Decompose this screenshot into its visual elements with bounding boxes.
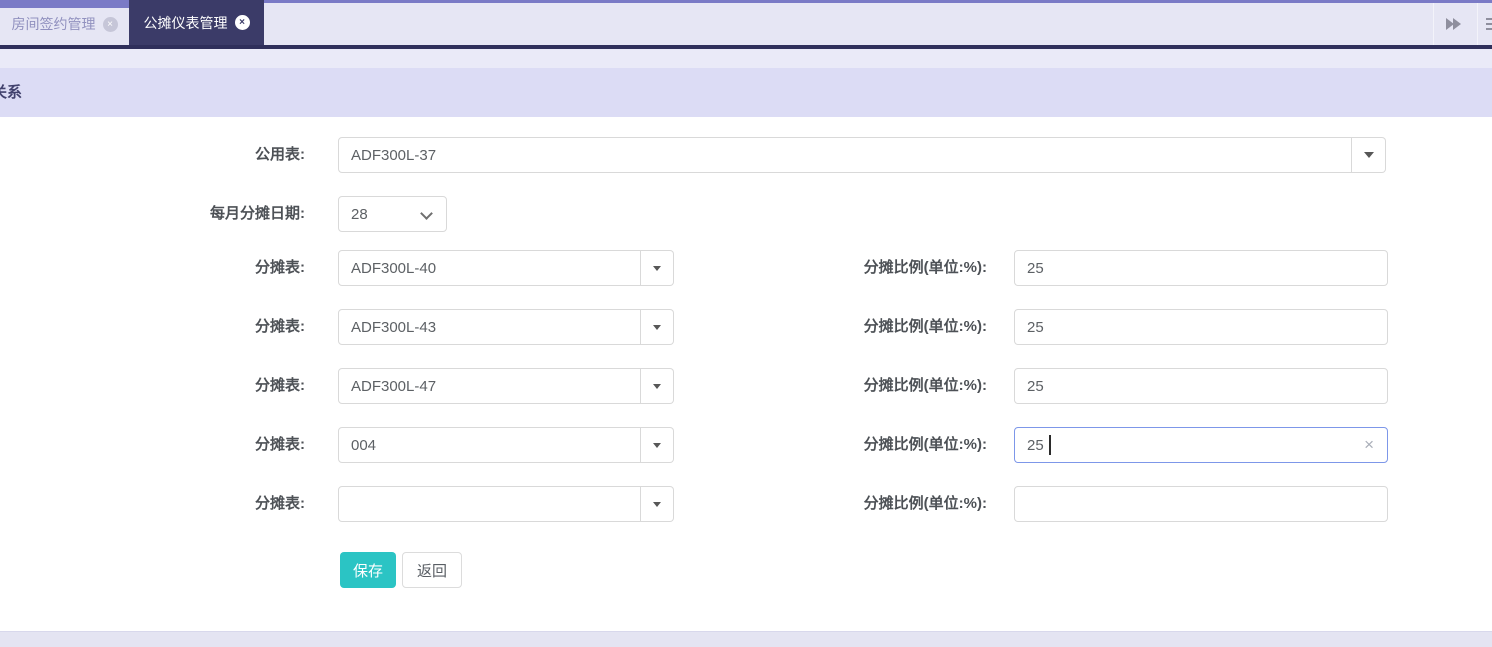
share-meter-label: 分摊表: (255, 259, 305, 276)
share-meter-combobox (338, 368, 674, 404)
share-ratio-field (1014, 250, 1388, 286)
scroll-tabs-right-icon[interactable] (1446, 18, 1461, 30)
share-ratio-field (1014, 368, 1388, 404)
share-meter-input[interactable] (338, 427, 641, 463)
share-meter-label: 分摊表: (255, 495, 305, 512)
share-meter-label: 分摊表: (255, 318, 305, 335)
close-tab-icon[interactable]: × (234, 15, 250, 30)
dropdown-arrow-button[interactable] (641, 368, 674, 404)
dropdown-arrow-button[interactable] (1352, 137, 1386, 173)
bottom-band (0, 631, 1492, 647)
chevron-down-icon (420, 207, 433, 220)
share-ratio-field-focused: × (1014, 427, 1388, 463)
share-meter-input[interactable] (338, 368, 641, 404)
share-ratio-label: 分摊比例(单位:%): (863, 318, 987, 335)
share-ratio-input[interactable] (1014, 427, 1388, 463)
share-ratio-input[interactable] (1014, 309, 1388, 345)
share-ratio-field (1014, 486, 1388, 522)
form-row-public-meter: 公用表: (0, 137, 1492, 173)
app-window: 房间签约管理 × 公摊仪表管理 × 关系 公用表: 每月分摊日期: 28 (0, 0, 1492, 647)
close-tab-icon[interactable]: × (102, 16, 118, 32)
share-row: 分摊表: 分摊比例(单位:%): (0, 250, 1492, 286)
share-meter-input[interactable] (338, 309, 641, 345)
share-ratio-label: 分摊比例(单位:%): (863, 259, 987, 276)
share-meter-input[interactable] (338, 486, 641, 522)
share-ratio-input[interactable] (1014, 250, 1388, 286)
sub-band (0, 49, 1492, 68)
share-meter-input[interactable] (338, 250, 641, 286)
button-row: 保存 返回 (0, 552, 1492, 588)
caret-down-icon (653, 442, 661, 448)
share-ratio-label: 分摊比例(单位:%): (863, 377, 987, 394)
public-meter-combobox (338, 137, 1386, 173)
tab-room-contract-management[interactable]: 房间签约管理 × (0, 3, 129, 45)
share-row: 分摊表: 分摊比例(单位:%): (0, 368, 1492, 404)
share-ratio-input[interactable] (1014, 486, 1388, 522)
tab-menu-icon[interactable] (1486, 18, 1492, 33)
share-meter-combobox (338, 427, 674, 463)
dropdown-arrow-button[interactable] (641, 309, 674, 345)
share-date-value: 28 (351, 205, 368, 223)
share-ratio-field (1014, 309, 1388, 345)
caret-down-icon (653, 324, 661, 330)
form-row-share-date: 每月分摊日期: 28 (0, 196, 1492, 232)
share-ratio-label: 分摊比例(单位:%): (863, 436, 987, 453)
form-area: 公用表: 每月分摊日期: 28 分摊表: 分摊比例(单位:%): (0, 117, 1492, 631)
text-caret (1049, 435, 1051, 455)
panel-header: 关系 (0, 68, 1492, 117)
toolbar-divider (1433, 3, 1434, 45)
toolbar-divider (1477, 3, 1478, 45)
share-ratio-label: 分摊比例(单位:%): (863, 495, 987, 512)
share-meter-combobox (338, 486, 674, 522)
clear-input-icon[interactable]: × (1364, 427, 1374, 463)
caret-down-icon (653, 265, 661, 271)
share-meter-label: 分摊表: (255, 436, 305, 453)
dropdown-arrow-button[interactable] (641, 486, 674, 522)
share-meter-combobox (338, 250, 674, 286)
back-button[interactable]: 返回 (402, 552, 462, 588)
share-row: 分摊表: 分摊比例(单位:%): (0, 309, 1492, 345)
share-row: 分摊表: 分摊比例(单位:%): (0, 486, 1492, 522)
share-date-select[interactable]: 28 (338, 196, 447, 232)
public-meter-label: 公用表: (255, 146, 305, 163)
share-meter-label: 分摊表: (255, 377, 305, 394)
dropdown-arrow-button[interactable] (641, 250, 674, 286)
tab-label: 房间签约管理 (11, 16, 96, 32)
share-row: 分摊表: 分摊比例(单位:%): × (0, 427, 1492, 463)
share-meter-combobox (338, 309, 674, 345)
caret-down-icon (653, 501, 661, 507)
tab-label: 公摊仪表管理 (143, 14, 228, 31)
save-button[interactable]: 保存 (340, 552, 396, 588)
tab-shared-meter-management[interactable]: 公摊仪表管理 × (129, 0, 264, 45)
share-date-label: 每月分摊日期: (210, 205, 305, 222)
caret-down-icon (653, 383, 661, 389)
share-ratio-input[interactable] (1014, 368, 1388, 404)
caret-down-icon (1363, 152, 1374, 158)
public-meter-input[interactable] (338, 137, 1352, 173)
dropdown-arrow-button[interactable] (641, 427, 674, 463)
panel-title: 关系 (0, 84, 23, 101)
tab-bar: 房间签约管理 × 公摊仪表管理 × (0, 0, 1492, 45)
